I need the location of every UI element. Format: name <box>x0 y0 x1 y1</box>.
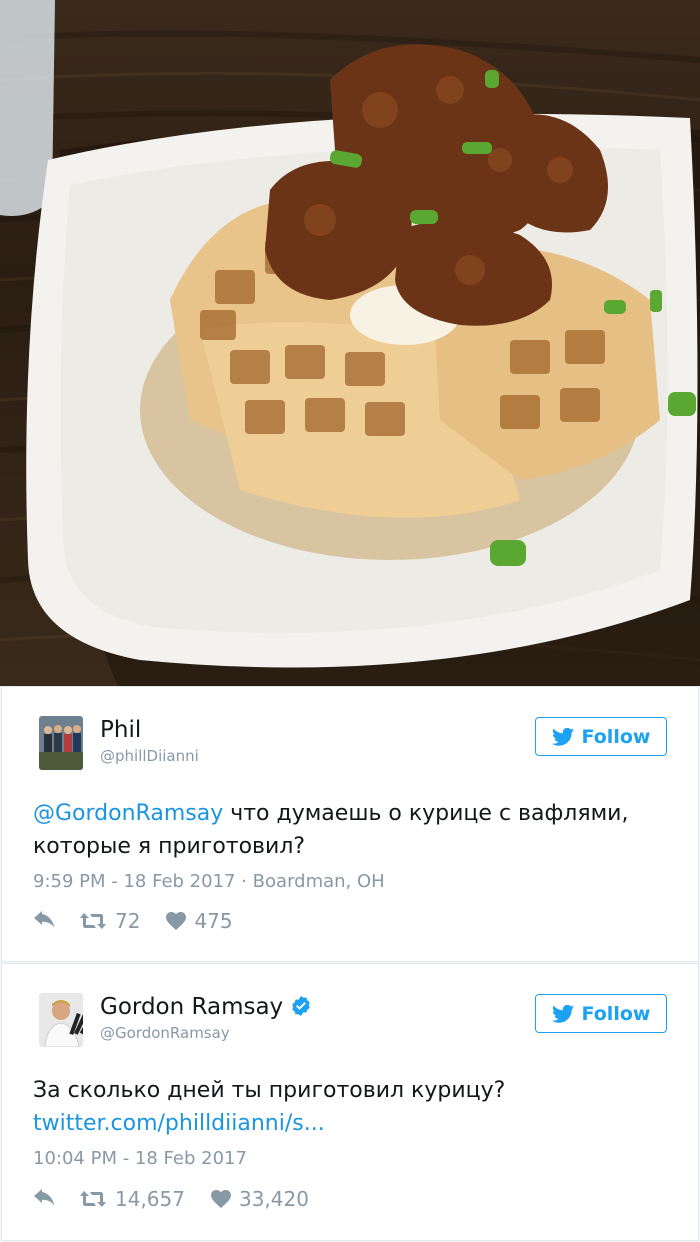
reply-icon[interactable] <box>33 911 57 931</box>
tweet-actions: 72 475 <box>33 907 259 935</box>
tweet-meta: 9:59 PM - 18 Feb 2017 · Boardman, OH <box>33 871 385 892</box>
author-name-row: Gordon Ramsay <box>100 994 311 1020</box>
verified-badge-icon <box>291 996 311 1016</box>
tweet-actions: 14,657 33,420 <box>33 1185 335 1213</box>
follow-label: Follow <box>581 1002 651 1025</box>
location[interactable]: Boardman, OH <box>253 871 385 892</box>
author-handle[interactable]: @GordonRamsay <box>100 1024 230 1042</box>
tweet-text: За сколько дней ты приготовил курицу? tw… <box>33 1074 673 1140</box>
avatar[interactable] <box>39 716 83 770</box>
meta-separator: · <box>235 871 253 892</box>
timestamp[interactable]: 10:04 PM - 18 Feb 2017 <box>33 1148 247 1169</box>
mention-link[interactable]: @GordonRamsay <box>33 801 223 826</box>
follow-button[interactable]: Follow <box>535 994 667 1033</box>
twitter-bird-icon <box>551 1004 574 1023</box>
follow-button[interactable]: Follow <box>535 717 667 756</box>
tweet-card-gordon-ramsay: Gordon Ramsay @GordonRamsay Follow За ск… <box>1 963 699 1241</box>
tweet-body: За сколько дней ты приготовил курицу? <box>33 1078 506 1103</box>
tweet-text: @GordonRamsay что думаешь о курице с ваф… <box>33 797 673 863</box>
like-count: 475 <box>194 909 233 933</box>
author-handle[interactable]: @phillDiianni <box>100 747 199 765</box>
group-photo-avatar-icon <box>39 716 83 770</box>
retweet-count: 72 <box>115 909 141 933</box>
tweet-card-phil: Phil @phillDiianni Follow @GordonRamsay … <box>1 686 699 962</box>
chicken-and-waffles-image <box>0 0 700 686</box>
heart-icon[interactable] <box>166 912 187 930</box>
tweet-link[interactable]: twitter.com/philldiianni/s... <box>33 1107 673 1140</box>
follow-label: Follow <box>581 725 651 748</box>
author-name[interactable]: Gordon Ramsay <box>100 994 283 1020</box>
chef-avatar-icon <box>39 993 83 1047</box>
author-name[interactable]: Phil <box>100 717 141 743</box>
avatar[interactable] <box>39 993 83 1047</box>
timestamp[interactable]: 9:59 PM - 18 Feb 2017 <box>33 871 236 892</box>
retweet-icon[interactable] <box>79 1189 107 1209</box>
retweet-count: 14,657 <box>115 1187 185 1211</box>
like-count: 33,420 <box>238 1187 309 1211</box>
heart-icon[interactable] <box>210 1190 231 1208</box>
reply-icon[interactable] <box>33 1189 57 1209</box>
twitter-bird-icon <box>551 727 574 746</box>
retweet-icon[interactable] <box>79 911 107 931</box>
food-photo <box>0 0 700 686</box>
